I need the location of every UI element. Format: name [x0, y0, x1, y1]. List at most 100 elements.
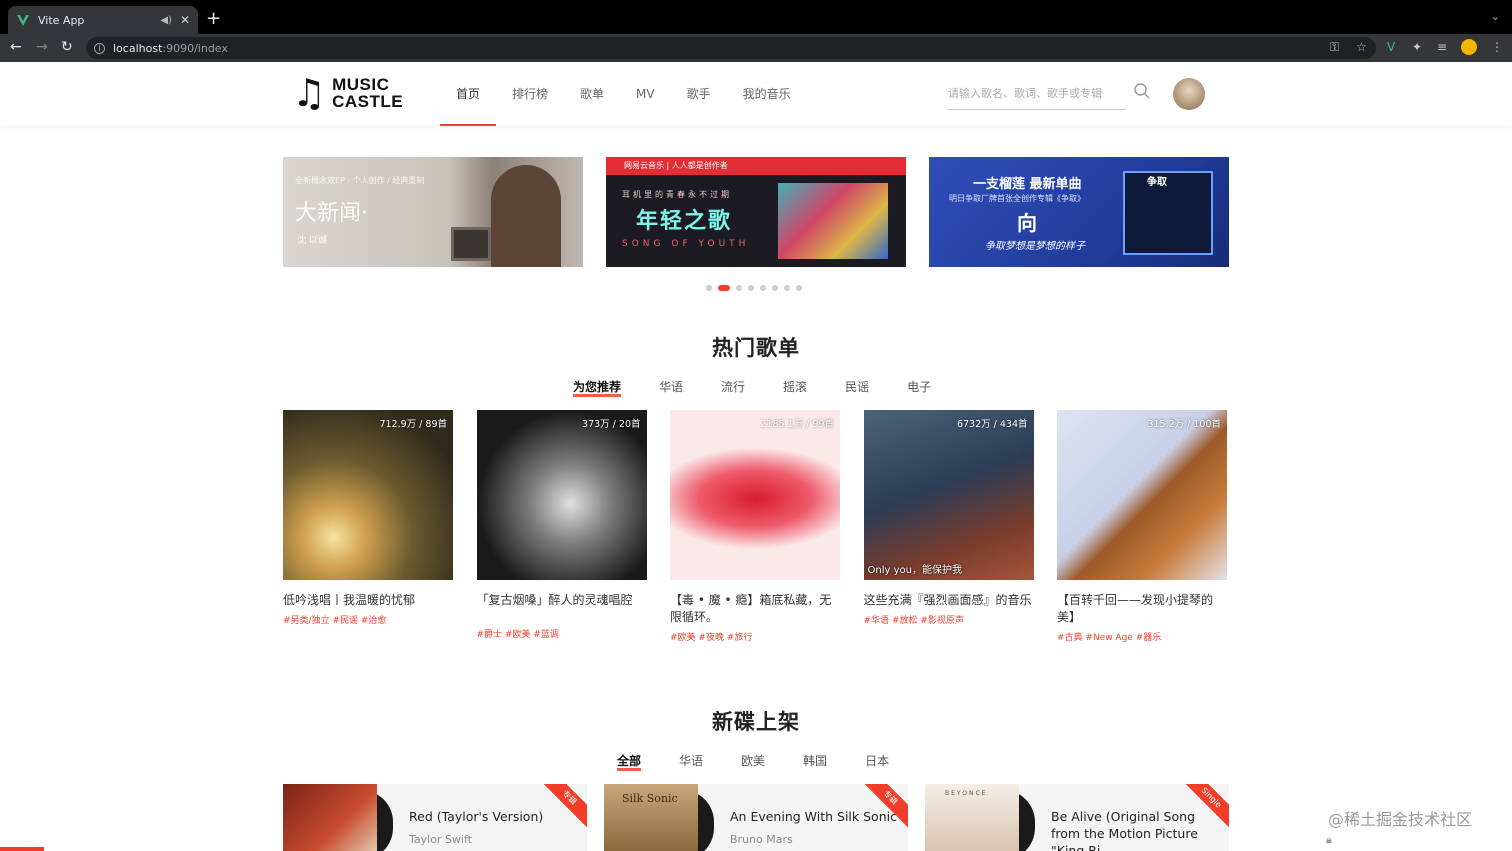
- playlist-tags[interactable]: #古典 #New Age #器乐: [1057, 630, 1227, 643]
- tab-chinese[interactable]: 华语: [659, 378, 683, 395]
- banner-big-text: 向: [1017, 211, 1037, 235]
- cover-text: Silk Sonic: [622, 792, 678, 805]
- vue-devtools-icon[interactable]: V: [1387, 40, 1395, 54]
- play-count: 6732万 / 434首: [956, 419, 1028, 430]
- tab-search-icon[interactable]: ⌄: [1491, 10, 1500, 23]
- close-tab-icon[interactable]: ✕: [180, 13, 190, 27]
- tab-all[interactable]: 全部: [617, 752, 642, 771]
- album-cover[interactable]: BEYONCE: [925, 784, 1019, 851]
- tab-recommended[interactable]: 为您推荐: [573, 378, 622, 397]
- carousel-dot-active[interactable]: [718, 285, 730, 291]
- playlist-title[interactable]: 这些充满『强烈画面感』的音乐: [864, 592, 1034, 609]
- album-artist[interactable]: Taylor Swift: [409, 833, 472, 846]
- album-cover[interactable]: [283, 784, 377, 851]
- album-name[interactable]: Be Alive (Original Song from the Motion …: [1051, 808, 1221, 851]
- playlist-cover[interactable]: 2185.1万 / 99首: [670, 410, 840, 580]
- site-header: ♫ MUSIC CASTLE 首页 排行榜 歌单 MV 歌手 我的音乐 请输入歌…: [0, 62, 1512, 126]
- lock-icon[interactable]: 🔒︎: [1326, 833, 1332, 847]
- cover-text: BEYONCE: [945, 790, 988, 797]
- banner-title: 一支榴莲 最新单曲: [973, 177, 1082, 192]
- nav-home[interactable]: 首页: [440, 62, 497, 126]
- back-icon[interactable]: ←: [10, 39, 22, 55]
- site-info-icon[interactable]: i: [94, 42, 105, 54]
- tab-pop[interactable]: 流行: [721, 378, 745, 395]
- forward-icon[interactable]: →: [36, 39, 48, 55]
- nav-my-music[interactable]: 我的音乐: [727, 62, 807, 126]
- cover-caption: Only you，能保护我: [867, 565, 962, 576]
- banner-topbar-text: 网易云音乐 | 人人都是创作者: [624, 161, 728, 170]
- playlist-card[interactable]: 2185.1万 / 99首 【毒 • 魔 • 瘾】箱底私藏，无限循环。 #欧美 …: [670, 410, 840, 643]
- profile-avatar-icon[interactable]: [1461, 39, 1477, 55]
- playlist-tags[interactable]: #华语 #放松 #影视原声: [864, 613, 1034, 626]
- menu-kebab-icon[interactable]: ⋮: [1491, 40, 1503, 54]
- browser-chrome: Vite App ◀) ✕ + ⌄ ← → ↻ i localhost :909…: [0, 0, 1512, 62]
- tab-electronic[interactable]: 电子: [907, 378, 931, 395]
- reload-icon[interactable]: ↻: [61, 39, 73, 55]
- logo[interactable]: ♫ MUSIC CASTLE: [292, 74, 403, 112]
- playlist-card[interactable]: 315.2万 / 100首 【百转千回——发现小提琴的美】 #古典 #New A…: [1057, 410, 1227, 643]
- playlist-cover[interactable]: 373万 / 20首: [476, 410, 647, 580]
- album-card[interactable]: BEYONCE Be Alive (Original Song from the…: [925, 784, 1229, 851]
- playlist-card[interactable]: 712.9万 / 89首 低吟浅唱丨我温暖的忧郁 #另类/独立 #民谣 #治愈: [283, 410, 453, 643]
- tab-japanese[interactable]: 日本: [865, 752, 889, 769]
- carousel-dot[interactable]: [736, 285, 742, 291]
- carousel-dot[interactable]: [796, 285, 802, 291]
- singer-photo: [491, 165, 561, 267]
- extensions-icon[interactable]: ✦: [1412, 40, 1422, 54]
- playlist-card[interactable]: 373万 / 20首 「复古烟嗓」醉人的灵魂唱腔 #爵士 #欧美 #蓝调: [476, 410, 647, 643]
- playlist-cover[interactable]: 712.9万 / 89首: [283, 410, 453, 580]
- nav-playlists[interactable]: 歌单: [564, 62, 620, 126]
- banner-slide[interactable]: 一支榴莲 最新单曲 明日争取厂牌首张全创作专辑《争取》 向 争取梦想是梦想的样子…: [929, 157, 1229, 267]
- playlist-title[interactable]: 「复古烟嗓」醉人的灵魂唱腔: [477, 592, 647, 609]
- banner-english: SONG OF YOUTH: [622, 239, 750, 249]
- album-cover[interactable]: Silk Sonic: [604, 784, 698, 851]
- search-input[interactable]: 请输入歌名、歌词、歌手或专辑: [948, 84, 1126, 110]
- watermark: @稀土掘金技术社区: [1328, 810, 1473, 829]
- banner-slide[interactable]: 全新概念双EP · 个人创作 / 经典重制 大新闻· 沈 以诚: [283, 157, 583, 267]
- search-icon[interactable]: [1133, 82, 1151, 100]
- album-card[interactable]: Red (Taylor's Version) Taylor Swift 专辑: [283, 784, 587, 851]
- play-count: 712.9万 / 89首: [379, 419, 447, 430]
- carousel-dot[interactable]: [760, 285, 766, 291]
- tab-rock[interactable]: 摇滚: [783, 378, 807, 395]
- album-name[interactable]: An Evening With Silk Sonic: [730, 808, 900, 825]
- reading-list-icon[interactable]: ≡: [1437, 40, 1447, 54]
- banner-slide[interactable]: 网易云音乐 | 人人都是创作者 耳机里的青春永不过期 年轻之歌 SONG OF …: [606, 157, 906, 267]
- key-icon[interactable]: ⚿: [1330, 40, 1339, 55]
- cover-text: 争取: [1147, 177, 1167, 188]
- carousel-dot[interactable]: [748, 285, 754, 291]
- main-nav: 首页 排行榜 歌单 MV 歌手 我的音乐: [440, 62, 807, 126]
- bookmark-star-icon[interactable]: ☆: [1356, 40, 1367, 54]
- album-name[interactable]: Red (Taylor's Version): [409, 808, 579, 825]
- user-avatar[interactable]: [1173, 78, 1205, 110]
- tab-korean[interactable]: 韩国: [803, 752, 827, 769]
- carousel-dot[interactable]: [784, 285, 790, 291]
- carousel-dot[interactable]: [772, 285, 778, 291]
- banner-slogan: 争取梦想是梦想的样子: [985, 241, 1085, 252]
- tab-folk[interactable]: 民谣: [845, 378, 869, 395]
- play-count: 373万 / 20首: [582, 419, 641, 430]
- playlist-tags[interactable]: #欧美 #夜晚 #旅行: [670, 630, 840, 643]
- playlist-tags[interactable]: #另类/独立 #民谣 #治愈: [283, 613, 453, 626]
- playlist-cover[interactable]: 315.2万 / 100首: [1057, 410, 1227, 580]
- album-artist[interactable]: Bruno Mars: [730, 833, 793, 846]
- carousel-dot[interactable]: [706, 285, 712, 291]
- tab-chinese[interactable]: 华语: [679, 752, 703, 769]
- nav-singers[interactable]: 歌手: [671, 62, 727, 126]
- nav-mv[interactable]: MV: [620, 62, 671, 126]
- album-card[interactable]: Silk Sonic An Evening With Silk Sonic Br…: [604, 784, 908, 851]
- playlist-card[interactable]: 6732万 / 434首 Only you，能保护我 这些充满『强烈画面感』的音…: [863, 410, 1034, 643]
- nav-charts[interactable]: 排行榜: [496, 62, 564, 126]
- browser-tab[interactable]: Vite App ◀) ✕: [8, 6, 198, 34]
- address-bar[interactable]: i localhost :9090/index: [86, 37, 1376, 59]
- playlist-title[interactable]: 低吟浅唱丨我温暖的忧郁: [283, 592, 453, 609]
- banner-subtitle: 耳机里的青春永不过期: [622, 190, 732, 199]
- tab-western[interactable]: 欧美: [741, 752, 765, 769]
- new-tab-icon[interactable]: +: [206, 8, 221, 29]
- speaker-icon[interactable]: ◀): [160, 15, 172, 26]
- playlist-cover[interactable]: 6732万 / 434首 Only you，能保护我: [863, 410, 1034, 580]
- playlist-title[interactable]: 【毒 • 魔 • 瘾】箱底私藏，无限循环。: [670, 592, 840, 626]
- playlist-tags[interactable]: #爵士 #欧美 #蓝调: [477, 627, 647, 640]
- banner-title: 年轻之歌: [636, 209, 733, 234]
- playlist-title[interactable]: 【百转千回——发现小提琴的美】: [1057, 592, 1227, 626]
